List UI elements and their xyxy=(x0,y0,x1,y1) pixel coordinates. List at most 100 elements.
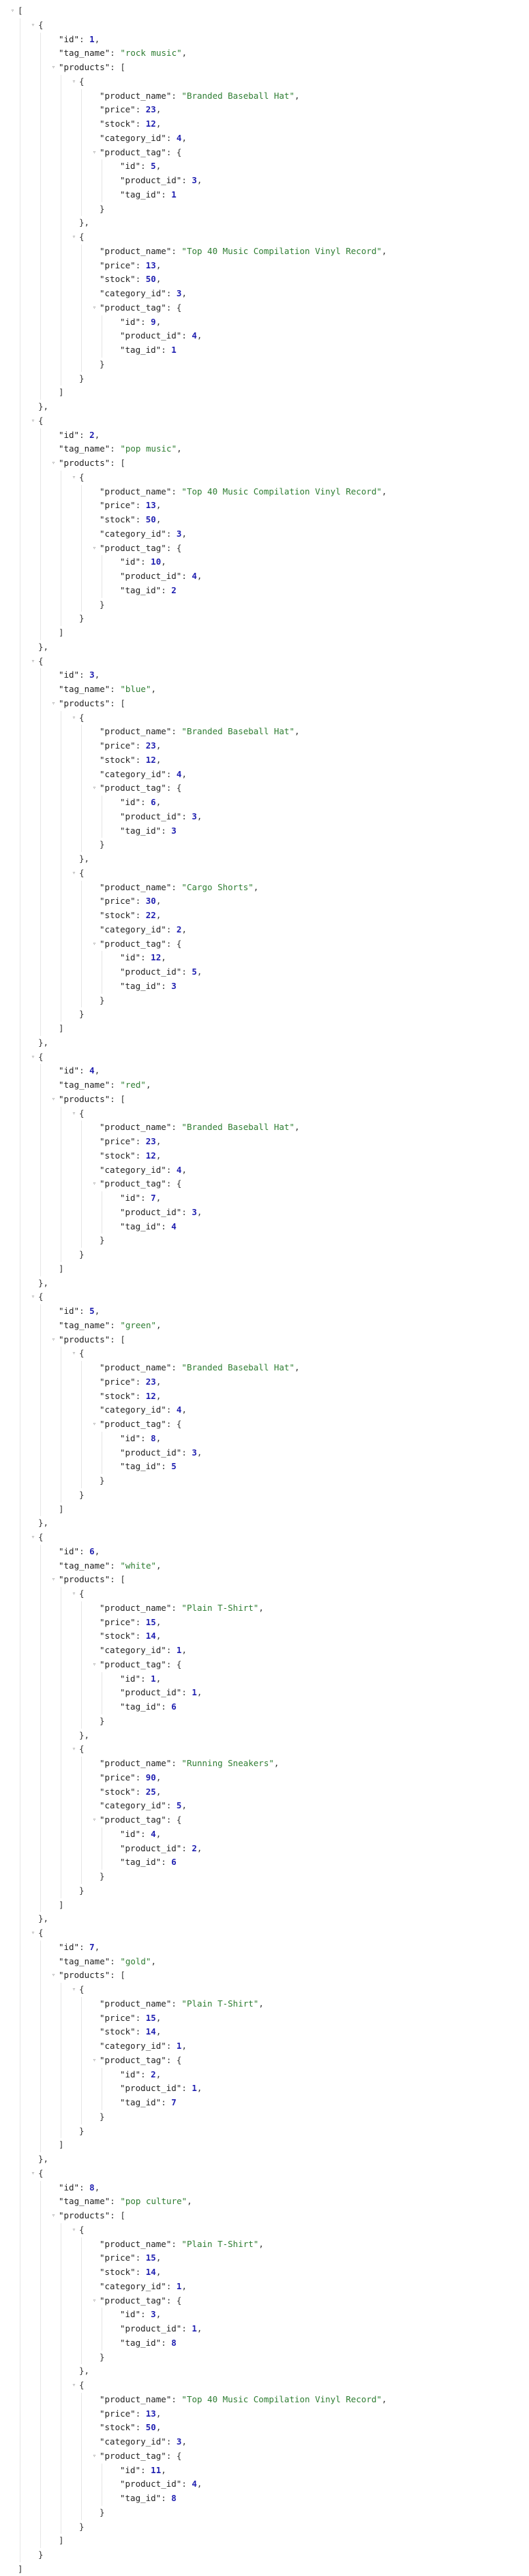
json-number-value: 25 xyxy=(145,1786,156,1797)
collapse-toggle-icon[interactable]: ▿ xyxy=(91,781,97,795)
indent-guide xyxy=(81,1996,82,2124)
collapse-toggle-icon[interactable]: ▿ xyxy=(71,2223,77,2237)
json-line: ▿{ xyxy=(31,655,44,668)
collapse-toggle-icon[interactable]: ▿ xyxy=(91,541,97,555)
collapse-toggle-icon[interactable]: ▿ xyxy=(50,697,57,710)
collapse-toggle-icon[interactable]: ▿ xyxy=(91,1813,97,1827)
json-line: "id": 3, xyxy=(120,2308,161,2321)
json-line: "tag_id": 6 xyxy=(120,1700,177,1714)
json-number-value: 15 xyxy=(145,2012,156,2023)
json-punctuation: , xyxy=(196,2323,202,2334)
json-punctuation: } xyxy=(79,1009,85,1020)
collapse-toggle-icon[interactable]: ▿ xyxy=(50,1093,57,1106)
json-number-value: 8 xyxy=(171,2493,177,2503)
json-punctuation: : xyxy=(79,1306,90,1316)
collapse-toggle-icon[interactable]: ▿ xyxy=(50,1333,57,1347)
json-punctuation: { xyxy=(79,2380,85,2390)
collapse-toggle-icon[interactable]: ▿ xyxy=(71,1107,77,1120)
collapse-toggle-icon[interactable]: ▿ xyxy=(71,711,77,725)
json-line: "id": 7, xyxy=(120,1191,161,1205)
collapse-toggle-icon[interactable]: ▿ xyxy=(30,414,36,428)
collapse-toggle-icon[interactable]: ▿ xyxy=(30,1530,36,1544)
json-key: "tag_id" xyxy=(120,2337,162,2348)
json-punctuation: , xyxy=(258,2238,264,2249)
json-line: "id": 12, xyxy=(120,951,166,964)
json-punctuation: : xyxy=(166,146,177,157)
collapse-toggle-icon[interactable]: ▿ xyxy=(10,4,16,18)
json-punctuation: , xyxy=(196,330,202,341)
json-punctuation: , xyxy=(155,2012,162,2023)
collapse-toggle-icon[interactable]: ▿ xyxy=(91,2449,97,2463)
collapse-toggle-icon[interactable]: ▿ xyxy=(71,230,77,244)
json-line: "product_id": 4, xyxy=(120,2477,202,2491)
json-number-value: 1 xyxy=(151,1673,156,1684)
collapse-toggle-icon[interactable]: ▿ xyxy=(50,1573,57,1586)
json-punctuation: { xyxy=(79,471,85,482)
json-punctuation: , xyxy=(155,2267,162,2277)
json-punctuation: : xyxy=(110,443,121,454)
json-punctuation: : xyxy=(110,62,121,72)
json-line: }, xyxy=(79,852,89,866)
collapse-toggle-icon[interactable]: ▿ xyxy=(30,1050,36,1064)
json-line: "stock": 12, xyxy=(100,753,161,767)
json-punctuation: : xyxy=(161,1461,172,1472)
json-punctuation: { xyxy=(176,1178,182,1189)
json-line: ] xyxy=(59,386,64,399)
collapse-toggle-icon[interactable]: ▿ xyxy=(50,1968,57,1982)
json-punctuation: , xyxy=(155,896,162,907)
collapse-toggle-icon[interactable]: ▿ xyxy=(30,18,36,32)
collapse-toggle-icon[interactable]: ▿ xyxy=(71,1587,77,1601)
json-punctuation: , xyxy=(155,2069,162,2079)
json-line: "stock": 12, xyxy=(100,117,161,131)
collapse-toggle-icon[interactable]: ▿ xyxy=(30,1926,36,1940)
json-punctuation: : xyxy=(135,754,146,765)
json-line: "category_id": 1, xyxy=(100,1644,187,1657)
json-string-value: "Plain T-Shirt" xyxy=(181,2238,259,2249)
json-punctuation: , xyxy=(94,670,100,680)
json-number-value: 6 xyxy=(171,1857,177,1868)
json-key: "tag_id" xyxy=(120,345,162,355)
json-number-value: 3 xyxy=(151,2309,156,2320)
json-punctuation: { xyxy=(38,19,44,30)
collapse-toggle-icon[interactable]: ▿ xyxy=(91,146,97,159)
json-number-value: 3 xyxy=(192,1206,197,1217)
json-number-value: 5 xyxy=(192,967,197,977)
collapse-toggle-icon[interactable]: ▿ xyxy=(91,2054,97,2067)
json-line: "category_id": 4, xyxy=(100,768,187,781)
collapse-toggle-icon[interactable]: ▿ xyxy=(91,1417,97,1431)
collapse-toggle-icon[interactable]: ▿ xyxy=(50,2209,57,2222)
collapse-toggle-icon[interactable]: ▿ xyxy=(71,2378,77,2392)
collapse-toggle-icon[interactable]: ▿ xyxy=(71,1347,77,1360)
json-punctuation: , xyxy=(155,1786,162,1797)
json-punctuation: , xyxy=(155,274,162,285)
json-key: "id" xyxy=(120,2309,141,2320)
collapse-toggle-icon[interactable]: ▿ xyxy=(91,937,97,951)
json-punctuation: : xyxy=(181,1842,192,1853)
json-line: "category_id": 3, xyxy=(100,527,187,541)
collapse-toggle-icon[interactable]: ▿ xyxy=(71,866,77,880)
json-punctuation: : xyxy=(166,783,177,794)
json-key: "stock" xyxy=(100,754,136,765)
json-number-value: 1 xyxy=(171,189,177,200)
collapse-toggle-icon[interactable]: ▿ xyxy=(71,75,77,89)
collapse-toggle-icon[interactable]: ▿ xyxy=(50,61,57,74)
collapse-toggle-icon[interactable]: ▿ xyxy=(71,471,77,484)
collapse-toggle-icon[interactable]: ▿ xyxy=(91,2294,97,2308)
json-string-value: "Plain T-Shirt" xyxy=(181,1998,259,2009)
collapse-toggle-icon[interactable]: ▿ xyxy=(71,1742,77,1756)
collapse-toggle-icon[interactable]: ▿ xyxy=(30,655,36,668)
json-punctuation: : xyxy=(161,825,172,836)
json-number-value: 3 xyxy=(192,175,197,185)
json-punctuation: : xyxy=(181,1206,192,1217)
collapse-toggle-icon[interactable]: ▿ xyxy=(91,1177,97,1191)
collapse-toggle-icon[interactable]: ▿ xyxy=(50,456,57,470)
collapse-toggle-icon[interactable]: ▿ xyxy=(30,1290,36,1304)
json-punctuation: : xyxy=(166,2054,177,2065)
collapse-toggle-icon[interactable]: ▿ xyxy=(71,1983,77,1996)
collapse-toggle-icon[interactable]: ▿ xyxy=(30,2167,36,2180)
collapse-toggle-icon[interactable]: ▿ xyxy=(91,1658,97,1671)
json-line: } xyxy=(79,1007,85,1021)
collapse-toggle-icon[interactable]: ▿ xyxy=(91,301,97,315)
json-punctuation: , xyxy=(155,2026,162,2037)
json-punctuation: : xyxy=(166,1419,177,1429)
